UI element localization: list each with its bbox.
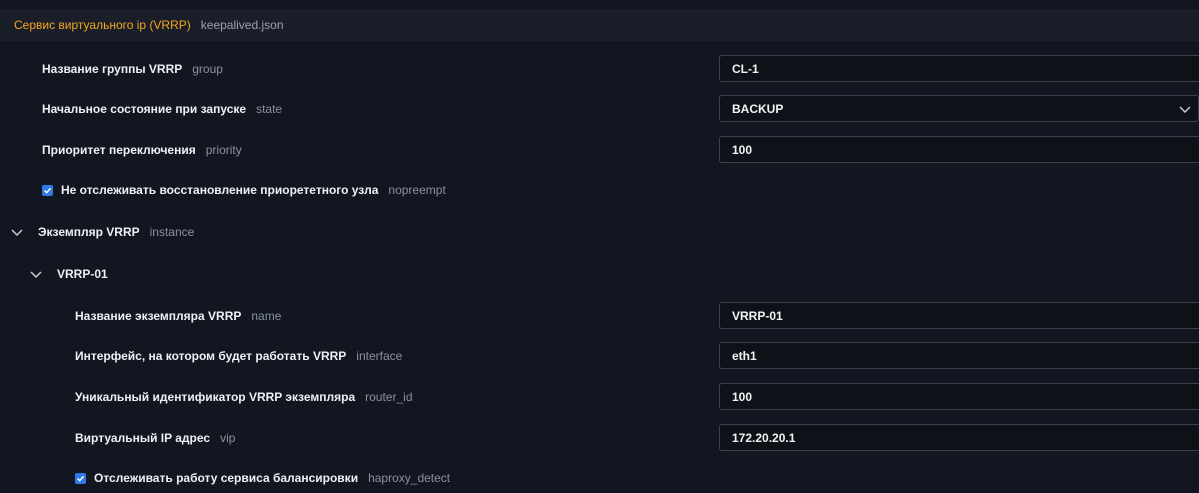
instance-key: instance xyxy=(149,225,195,239)
instance-chevron-icon[interactable] xyxy=(10,225,24,239)
haproxy-detect-row: Отслеживать работу сервиса балансировки … xyxy=(0,464,1199,492)
vrrp01-chevron-icon[interactable] xyxy=(29,267,43,281)
nopreempt-row: Не отслеживать восстановление приорететн… xyxy=(0,176,1199,204)
priority-input[interactable]: 100 xyxy=(719,136,1199,163)
nopreempt-checkbox[interactable] xyxy=(42,184,53,196)
haproxy-detect-label: Отслеживать работу сервиса балансировки xyxy=(94,471,359,485)
group-key: group xyxy=(192,62,223,76)
vip-label: Виртуальный IP адрес xyxy=(75,431,211,445)
haproxy-detect-checkbox[interactable] xyxy=(75,472,86,484)
vip-input[interactable]: 172.20.20.1 xyxy=(719,424,1199,451)
chevron-down-icon xyxy=(1179,106,1191,114)
vrrp01-title: VRRP-01 xyxy=(57,267,108,281)
vrrp01-row[interactable]: VRRP-01 xyxy=(0,260,1199,288)
priority-label: Приоритет переключения xyxy=(42,143,196,157)
router-id-value: 100 xyxy=(732,389,753,404)
group-label: Название группы VRRP xyxy=(42,62,183,76)
interface-value: eth1 xyxy=(732,348,757,363)
interface-input[interactable]: eth1 xyxy=(719,342,1199,369)
name-key: name xyxy=(251,309,282,323)
interface-key: interface xyxy=(356,349,403,363)
section-title: Сервис виртуального ip (VRRP) xyxy=(14,18,191,32)
config-file-name: keepalived.json xyxy=(200,18,284,32)
instance-row[interactable]: Экземпляр VRRP instance xyxy=(0,218,1199,246)
router-id-input[interactable]: 100 xyxy=(719,383,1199,410)
name-value: VRRP-01 xyxy=(732,308,783,323)
state-key: state xyxy=(256,102,283,116)
nopreempt-label: Не отслеживать восстановление приорететн… xyxy=(61,183,379,197)
state-value: BACKUP xyxy=(732,101,784,116)
haproxy-detect-key: haproxy_detect xyxy=(368,471,451,485)
group-input[interactable]: CL-1 xyxy=(719,55,1199,82)
state-select[interactable]: BACKUP xyxy=(719,95,1199,122)
instance-label: Экземпляр VRRP xyxy=(38,225,140,239)
router-id-key: router_id xyxy=(365,390,413,404)
router-id-label: Уникальный идентификатор VRRP экземпляра xyxy=(75,390,356,404)
group-value: CL-1 xyxy=(732,61,759,76)
check-icon xyxy=(76,475,85,482)
vip-value: 172.20.20.1 xyxy=(732,430,796,445)
interface-label: Интерфейс, на котором будет работать VRR… xyxy=(75,349,347,363)
state-label: Начальное состояние при запуске xyxy=(42,102,247,116)
priority-key: priority xyxy=(205,143,242,157)
section-header: Сервис виртуального ip (VRRP) keepalived… xyxy=(0,9,1199,41)
check-icon xyxy=(43,187,52,194)
priority-value: 100 xyxy=(732,142,753,157)
nopreempt-key: nopreempt xyxy=(388,183,446,197)
name-label: Название экземпляра VRRP xyxy=(75,309,242,323)
vip-key: vip xyxy=(220,431,236,445)
name-input[interactable]: VRRP-01 xyxy=(719,302,1199,329)
